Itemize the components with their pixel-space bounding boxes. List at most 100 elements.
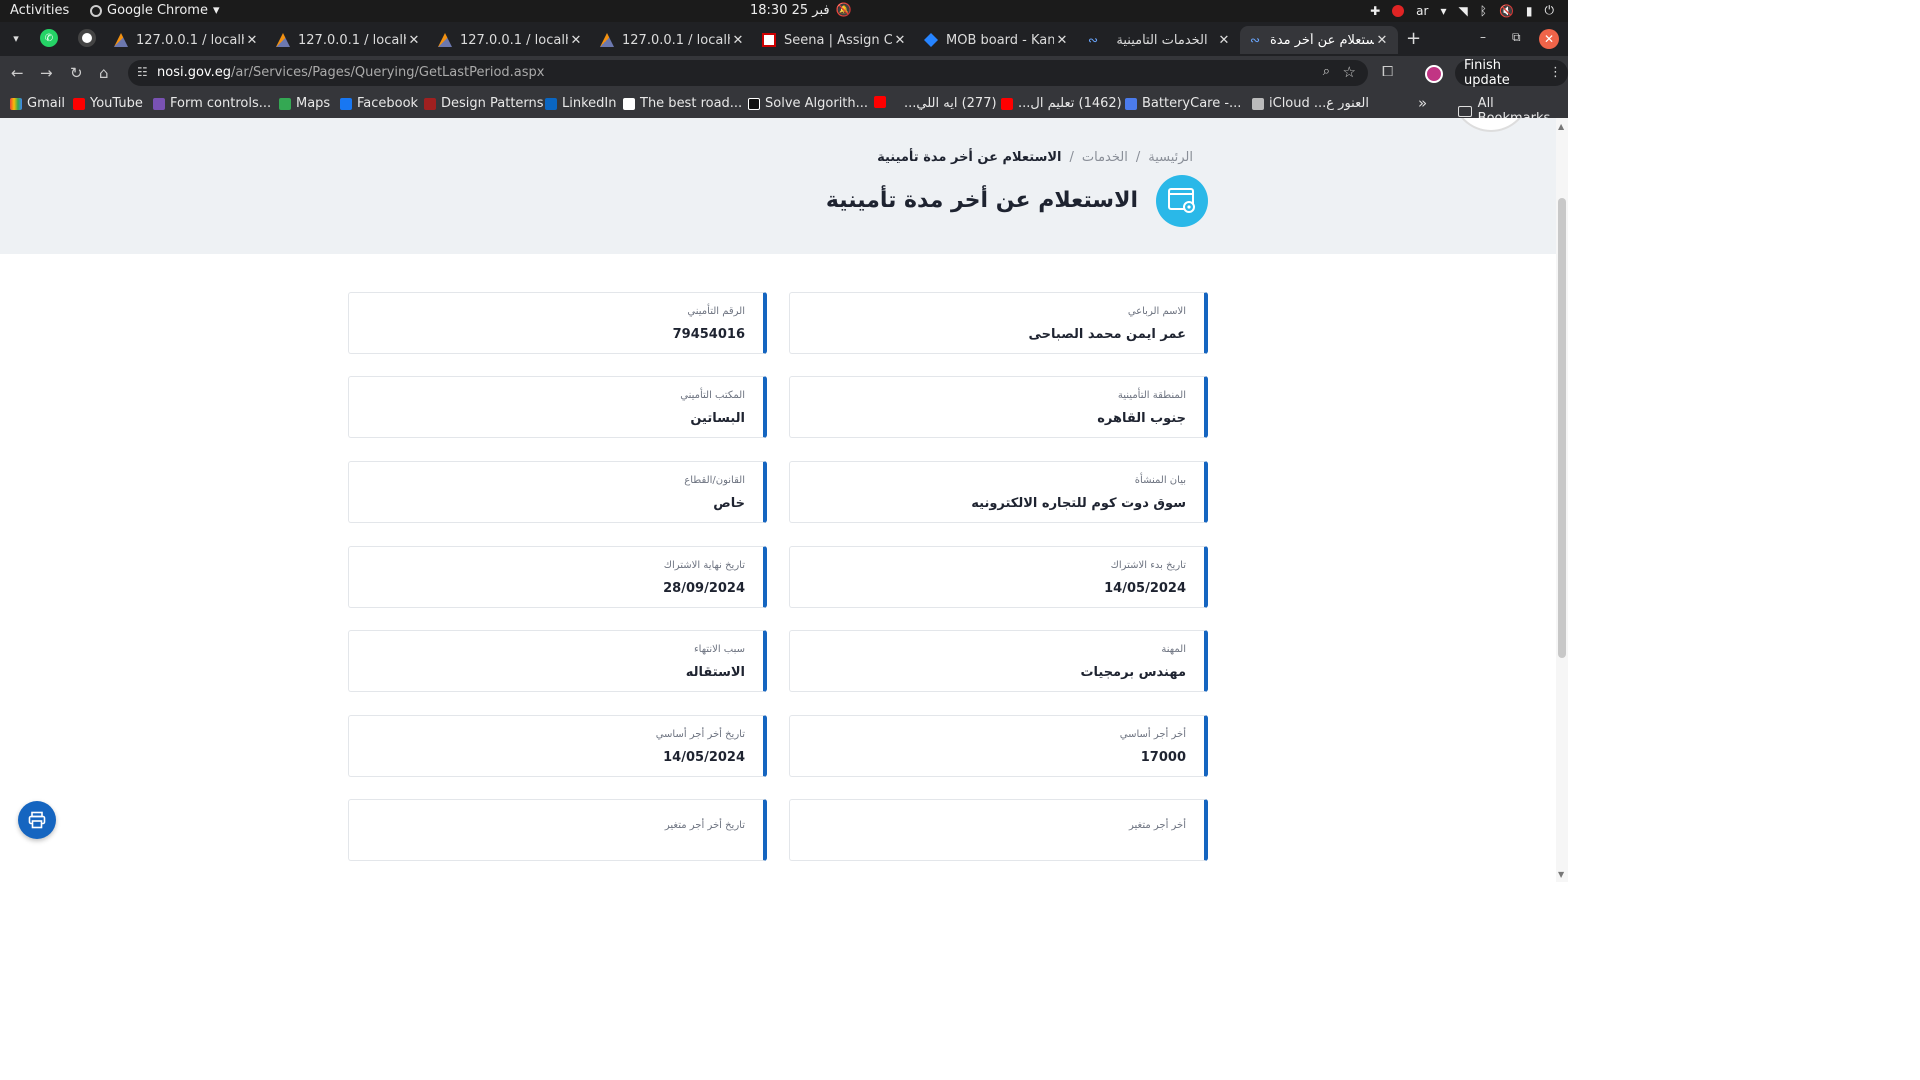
maps-icon [279,97,291,110]
app-menu[interactable]: Google Chrome ▾ [90,3,220,18]
input-language[interactable]: ar [1416,4,1428,18]
bookmark-label: Maps [296,96,331,111]
field-value: جنوب القاهره [1097,411,1186,426]
field-value: 17000 [1140,750,1186,765]
bookmark-youtube-1462[interactable]: (1462) تعليم ال... [1001,96,1122,111]
wifi-icon: ◥ [1458,3,1468,18]
bookmark-batterycare[interactable]: BatteryCare -... [1125,96,1241,111]
close-tab-icon[interactable]: ✕ [406,33,422,48]
close-tab-icon[interactable]: ✕ [730,33,746,48]
bookmark-linkedin[interactable]: LinkedIn [545,96,616,111]
field-value: 79454016 [672,327,745,342]
address-bar[interactable]: ☷ nosi.gov.eg/ar/Services/Pages/Querying… [128,60,1368,86]
field-profession: المهنة مهندس برمجيات [789,630,1208,692]
reload-icon[interactable]: ↻ [70,64,83,82]
tab-phpmyadmin-2[interactable]: 127.0.0.1 / localhost ✕ [268,26,430,54]
tab-phpmyadmin-4[interactable]: 127.0.0.1 / localhost ✕ [592,26,754,54]
app-name: Google Chrome [107,3,208,18]
field-label: المنطقة التأمينية [1117,390,1186,401]
field-establishment: بيان المنشأة سوق دوت كوم للتجاره الالكتر… [789,461,1208,523]
field-label: أخر أجر متغير [1128,820,1186,831]
bookmark-facebook[interactable]: Facebook [340,96,418,111]
field-label: بيان المنشأة [1134,475,1186,486]
bookmark-label: LinkedIn [562,96,617,111]
field-label: الرقم التأميني [687,306,745,317]
field-last-variable-wage: أخر أجر متغير [789,799,1208,861]
close-tab-icon[interactable]: ✕ [892,33,908,48]
jira-icon [924,33,938,47]
finish-update-button[interactable]: Finish update ⋮ [1455,58,1568,88]
zoom-icon[interactable]: ⌕ [1323,64,1330,79]
close-tab-icon[interactable]: ✕ [1374,33,1390,48]
bookmark-gmail[interactable]: Gmail [10,96,65,111]
tab-title: 127.0.0.1 / localhost [460,32,568,48]
bookmark-maps[interactable]: Maps [279,96,330,111]
more-options-icon[interactable]: ⋮ [1549,65,1562,80]
breadcrumb-home-link[interactable]: الرئيسية [1148,150,1193,165]
scroll-up-arrow-icon[interactable]: ▲ [1558,122,1564,131]
back-icon[interactable]: ← [11,64,24,82]
gmail-icon [10,97,22,110]
bookmark-solve-algorithms[interactable]: Solve Algorith... [748,96,868,111]
power-menu-icon: ⏻ [1544,3,1555,17]
bookmark-design-patterns[interactable]: Design Patterns [424,96,544,111]
tab-nosi-services[interactable]: ∾ الخدمات التأمينية ✕ [1078,26,1240,54]
whatsapp-pinned-tab-icon[interactable]: ✆ [40,29,58,47]
field-subscription-start: تاريخ بدء الاشتراك 14/05/2024 [789,546,1208,608]
field-label: تاريخ أخر أجر متغير [664,820,745,831]
home-icon[interactable]: ⌂ [99,64,109,82]
bookmark-youtube-277[interactable]: (277) ايه اللي... [904,96,997,111]
tab-nosi-last-period[interactable]: ∾ الاستعلام عن أخر مدة ✕ [1240,26,1398,54]
scroll-down-arrow-icon[interactable]: ▼ [1558,870,1564,879]
finish-update-label: Finish update [1464,58,1510,88]
field-label: تاريخ بدء الاشتراك [1110,560,1186,571]
breadcrumb: الرئيسية / الخدمات / الاستعلام عن أخر مد… [877,150,1193,165]
minimize-icon[interactable]: – [1480,30,1486,44]
close-tab-icon[interactable]: ✕ [1054,33,1070,48]
forward-icon[interactable]: → [40,64,53,82]
system-tray[interactable]: ✚ ar ▾ ◥ ᛒ 🔇 ▮ ⏻ [1370,3,1554,18]
field-full-name: الاسم الرباعي عمر ايمن محمد الصباحى [789,292,1208,354]
notifications-off-icon: 🔕 [835,3,852,18]
bookmark-the-best-road[interactable]: The best road... [623,96,742,111]
profile-avatar[interactable] [1425,65,1443,83]
bookmark-form-controls[interactable]: Form controls... [153,96,271,111]
nosi-icon: ∾ [1249,33,1261,47]
phpmyadmin-icon [600,33,614,47]
extensions-icon[interactable]: ⧠ [1382,64,1393,80]
tab-jira[interactable]: MOB board - Kanban ✕ [916,26,1078,54]
breadcrumb-separator: / [1135,150,1141,165]
tab-search-chevron-icon[interactable]: ▾ [6,28,26,48]
page-scrollbar-thumb[interactable] [1558,198,1566,658]
field-value: 28/09/2024 [663,581,745,596]
more-bookmarks-chevron-icon[interactable]: » [1418,94,1427,112]
site-logo[interactable] [1452,118,1530,132]
tab-seena[interactable]: Seena | Assign Cus ✕ [754,26,916,54]
bookmark-label: Facebook [357,96,419,111]
tab-phpmyadmin-3[interactable]: 127.0.0.1 / localhost ✕ [430,26,592,54]
close-tab-icon[interactable]: ✕ [1216,33,1232,48]
clock[interactable]: فبر 25 18:30 🔕 [750,3,852,18]
field-last-basic-wage-date: تاريخ أخر أجر أساسي 14/05/2024 [348,715,767,777]
url-text[interactable]: nosi.gov.eg/ar/Services/Pages/Querying/G… [157,65,544,80]
breadcrumb-services-link[interactable]: الخدمات [1082,150,1128,165]
window-close-button[interactable]: ✕ [1539,29,1559,49]
github-pinned-tab-icon[interactable] [78,29,96,47]
tab-phpmyadmin-1[interactable]: 127.0.0.1 / localhost ✕ [106,26,268,54]
new-tab-button[interactable]: + [1406,28,1421,49]
bookmark-icloud[interactable]: العنور ع... iCloud [1252,96,1369,111]
bookmark-youtube-video[interactable] [874,96,891,108]
restore-icon[interactable]: ⧉ [1512,30,1521,45]
bookmark-star-icon[interactable]: ☆ [1343,63,1356,81]
nosi-icon: ∾ [1087,33,1099,47]
close-tab-icon[interactable]: ✕ [244,33,260,48]
site-info-icon[interactable]: ☷ [137,65,148,79]
field-insurance-number: الرقم التأميني 79454016 [348,292,767,354]
youtube-icon [73,97,85,110]
activities-button[interactable]: Activities [10,3,69,18]
print-button[interactable] [18,801,56,839]
close-tab-icon[interactable]: ✕ [568,33,584,48]
field-label: تاريخ أخر أجر أساسي [655,729,745,740]
tab-title: الخدمات التأمينية [1116,32,1208,48]
bookmark-youtube[interactable]: YouTube [73,96,143,111]
